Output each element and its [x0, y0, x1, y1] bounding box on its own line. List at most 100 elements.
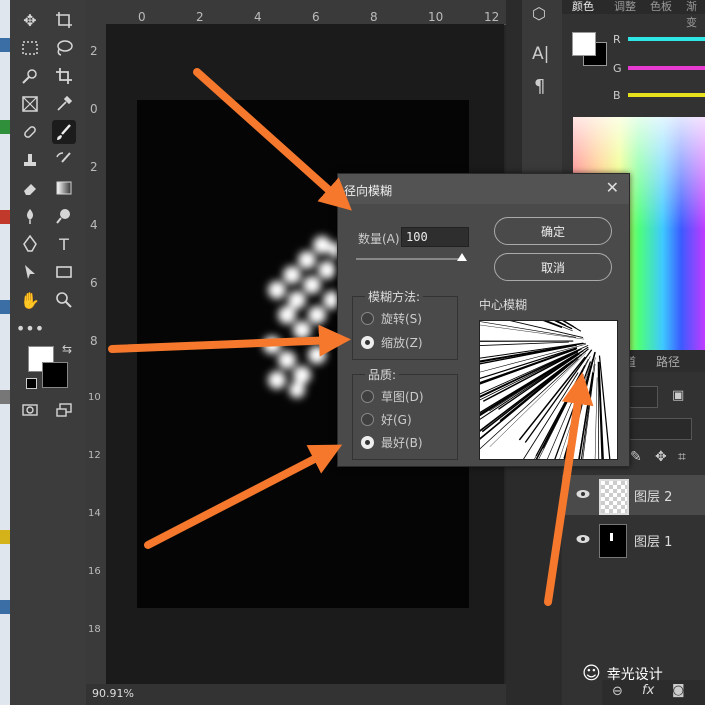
- zoom-tool-icon[interactable]: [52, 288, 76, 312]
- brush-tool-icon[interactable]: [52, 120, 76, 144]
- eraser-tool-icon[interactable]: [18, 176, 42, 200]
- slider-r[interactable]: [628, 37, 705, 41]
- ruler-label: 10: [88, 392, 101, 403]
- layer-name[interactable]: 图层 2: [634, 486, 672, 505]
- eyedropper-tool-icon[interactable]: [52, 92, 76, 116]
- ruler-label: 16: [88, 566, 101, 577]
- tools-panel: ✥ T ✋ ••• ⇆: [10, 0, 86, 705]
- radio-best-dot[interactable]: [361, 436, 374, 449]
- tab-color[interactable]: 颜色: [572, 0, 594, 14]
- swap-colors-icon[interactable]: ⇆: [62, 342, 72, 356]
- panel-foreground-swatch-front[interactable]: [572, 32, 596, 56]
- ruler-label: 2: [196, 10, 204, 24]
- visibility-eye-icon[interactable]: [576, 489, 590, 499]
- watermark-text: 幸光设计: [606, 666, 663, 683]
- ruler-label: 0: [90, 102, 98, 116]
- dodge-tool-icon[interactable]: [52, 204, 76, 228]
- ruler-label: 2: [90, 160, 98, 174]
- blur-center-preview[interactable]: [408, 261, 618, 536]
- radio-spin[interactable]: 旋转(S): [361, 310, 422, 327]
- paragraph-panel-icon[interactable]: ¶: [534, 76, 545, 97]
- radio-draft[interactable]: 草图(D): [361, 388, 424, 405]
- watermark: ☺ 幸光设计: [582, 663, 663, 684]
- slider-label-b: B: [613, 89, 621, 102]
- ruler-label: 10: [428, 10, 444, 24]
- ruler-vertical: 2 0 2 4 6 8 10 12 14 16 18: [86, 24, 107, 684]
- layer-row[interactable]: 图层 1: [562, 520, 705, 560]
- radial-blur-dialog: 径向模糊 ✕ 数量(A) 确定 取消 模糊方法: 旋转(S) 缩放(Z) 品质:…: [337, 173, 630, 536]
- blur-tool-icon[interactable]: [18, 204, 42, 228]
- radio-good-dot[interactable]: [361, 413, 374, 426]
- radio-zoom[interactable]: 缩放(Z): [361, 334, 423, 351]
- history-brush-tool-icon[interactable]: [52, 148, 76, 172]
- wechat-icon: ☺: [582, 663, 601, 684]
- clone-stamp-tool-icon[interactable]: [18, 148, 42, 172]
- add-mask-icon[interactable]: ◙: [672, 683, 685, 698]
- quick-select-tool-icon[interactable]: [18, 64, 42, 88]
- tab-gradients[interactable]: 渐变: [686, 0, 705, 30]
- tab-swatches[interactable]: 色板: [650, 0, 672, 14]
- desktop-icon: [0, 210, 10, 224]
- screen-mode-icon[interactable]: [52, 398, 76, 422]
- dialog-title: 径向模糊: [344, 184, 393, 198]
- ruler-label: 8: [370, 10, 378, 24]
- background-color-swatch[interactable]: [42, 362, 68, 388]
- ruler-label: 14: [88, 508, 101, 519]
- move-tool-icon[interactable]: ✥: [18, 8, 42, 32]
- more-tools-icon[interactable]: •••: [16, 316, 44, 340]
- visibility-eye-icon[interactable]: [576, 534, 590, 544]
- radio-good[interactable]: 好(G): [361, 411, 412, 428]
- ok-button[interactable]: 确定: [494, 217, 612, 245]
- ruler-label: 6: [90, 276, 98, 290]
- marquee-tool-icon[interactable]: [18, 36, 42, 60]
- gradient-tool-icon[interactable]: [52, 176, 76, 200]
- close-icon[interactable]: ✕: [606, 178, 619, 197]
- artboard-tool-icon[interactable]: [52, 8, 76, 32]
- layer-name[interactable]: 图层 1: [634, 531, 672, 550]
- amount-slider-thumb[interactable]: [457, 253, 467, 261]
- radio-good-label: 好(G): [381, 413, 412, 427]
- slider-b[interactable]: [628, 93, 705, 97]
- ruler-label: 0: [138, 10, 146, 24]
- ruler-label: 4: [254, 10, 262, 24]
- amount-slider-track[interactable]: [356, 258, 464, 260]
- zoom-level[interactable]: 90.91%: [92, 687, 134, 700]
- radio-best[interactable]: 最好(B): [361, 434, 423, 451]
- healing-brush-tool-icon[interactable]: [18, 120, 42, 144]
- lasso-tool-icon[interactable]: [52, 36, 76, 60]
- pen-tool-icon[interactable]: [18, 232, 42, 256]
- layer-row[interactable]: 图层 2: [562, 475, 705, 515]
- quality-group: 品质: 草图(D) 好(G) 最好(B): [352, 366, 458, 460]
- path-select-tool-icon[interactable]: [18, 260, 42, 284]
- opacity-field[interactable]: [620, 418, 692, 440]
- ruler-label: 2: [90, 44, 98, 58]
- lock-brush-icon[interactable]: ✎: [630, 449, 642, 465]
- hand-tool-icon[interactable]: ✋: [18, 288, 42, 312]
- lock-move-icon[interactable]: ✥: [655, 449, 667, 465]
- layer-thumbnail: [599, 524, 627, 558]
- tab-adjustments[interactable]: 调整: [614, 0, 636, 14]
- link-layers-icon[interactable]: ⊖: [612, 684, 623, 699]
- amount-input[interactable]: [401, 227, 469, 247]
- type-tool-icon[interactable]: T: [52, 232, 76, 256]
- default-colors-icon[interactable]: [26, 378, 37, 389]
- radio-spin-dot[interactable]: [361, 312, 374, 325]
- color-panel-tabs: 颜色 调整 色板 渐变: [562, 0, 705, 29]
- image-filter-icon[interactable]: ▣: [672, 388, 684, 403]
- radio-zoom-dot[interactable]: [361, 336, 374, 349]
- cube-icon[interactable]: ⬡: [532, 4, 546, 23]
- slider-label-r: R: [613, 33, 621, 46]
- radio-draft-label: 草图(D): [381, 390, 424, 404]
- character-panel-icon[interactable]: A|: [532, 44, 549, 64]
- fx-icon[interactable]: fx: [642, 683, 654, 698]
- frame-tool-icon[interactable]: [18, 92, 42, 116]
- rectangle-tool-icon[interactable]: [52, 260, 76, 284]
- cancel-button[interactable]: 取消: [494, 253, 612, 281]
- quick-mask-icon[interactable]: [18, 398, 42, 422]
- radio-zoom-label: 缩放(Z): [381, 336, 423, 350]
- slider-g[interactable]: [628, 66, 705, 70]
- lock-artboard-icon[interactable]: ⌗: [678, 449, 686, 465]
- radio-draft-dot[interactable]: [361, 390, 374, 403]
- tab-paths[interactable]: 路径: [656, 353, 680, 370]
- crop-tool-icon[interactable]: [52, 64, 76, 88]
